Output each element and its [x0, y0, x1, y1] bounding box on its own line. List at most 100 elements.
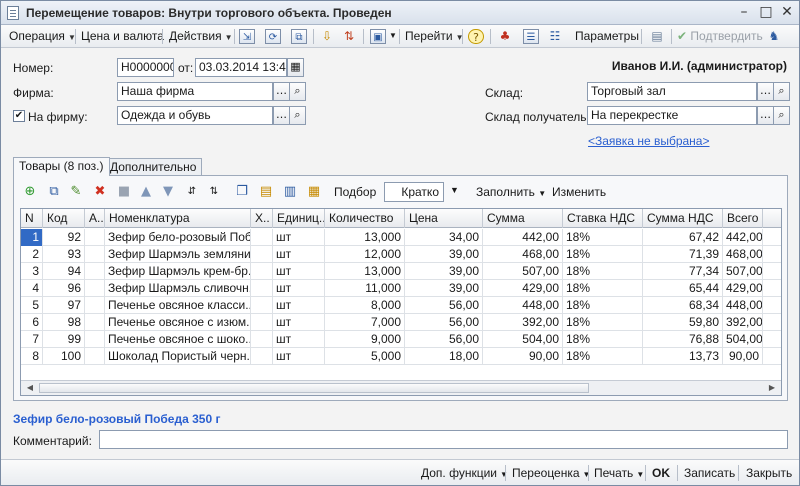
table-cell[interactable] — [251, 229, 273, 246]
table-row[interactable]: 7 99 Печенье овсяное с шоко... шт 9,000 56,00… — [21, 331, 781, 348]
table-cell[interactable]: 429,00 — [483, 280, 563, 297]
date-field[interactable]: 03.03.2014 13:41: — [195, 58, 287, 77]
request-link[interactable]: <Заявка не выбрана> — [588, 134, 710, 148]
sort-asc-icon[interactable]: ⇵ — [184, 184, 200, 199]
minimize-button[interactable]: – — [735, 4, 753, 21]
to-firm-select-button[interactable]: … — [273, 106, 290, 125]
table-cell[interactable]: Шоколад Пористый черн... — [105, 348, 251, 365]
table-cell[interactable]: 2 — [21, 246, 43, 263]
column-header[interactable]: Цена — [405, 209, 483, 228]
table-cell[interactable]: 468,00 — [723, 246, 763, 263]
table-row[interactable]: 8 100 Шоколад Пористый черн... шт 5,000 18,00… — [21, 348, 781, 365]
hierarchy-icon[interactable]: ♣ — [497, 29, 513, 44]
maximize-button[interactable]: □ — [757, 4, 775, 21]
paste-add-icon[interactable]: ▥ — [282, 184, 298, 199]
table-cell[interactable]: 59,80 — [643, 314, 723, 331]
table-cell[interactable]: 93 — [43, 246, 85, 263]
table-cell[interactable]: 507,00 — [483, 263, 563, 280]
view-mode-field[interactable]: Кратко — [384, 182, 444, 202]
table-cell[interactable]: 12,000 — [325, 246, 405, 263]
to-firm-checkbox[interactable]: ✔ — [13, 110, 25, 122]
movements-icon[interactable]: ⇅ — [341, 29, 357, 44]
table-cell[interactable]: Печенье овсяное с изюм... — [105, 314, 251, 331]
table-cell[interactable]: 90,00 — [723, 348, 763, 365]
structure-icon[interactable]: ⇩ — [319, 29, 335, 44]
copy-row-icon[interactable]: ⧉ — [46, 184, 62, 199]
table-cell[interactable]: 18% — [563, 314, 643, 331]
barcode-icon[interactable]: ▦ — [306, 184, 322, 199]
table-cell[interactable]: 68,34 — [643, 297, 723, 314]
scroll-thumb[interactable] — [39, 383, 589, 393]
table-cell[interactable]: шт — [273, 331, 325, 348]
table-cell[interactable]: 96 — [43, 280, 85, 297]
table-cell[interactable] — [85, 297, 105, 314]
table-cell[interactable]: 4 — [21, 280, 43, 297]
table-cell[interactable]: 448,00 — [483, 297, 563, 314]
column-header[interactable]: Количество — [325, 209, 405, 228]
column-header[interactable]: Сумма — [483, 209, 563, 228]
table-row[interactable]: 192 Зефир бело-розовый Побе... шт13,00034,… — [21, 229, 781, 246]
table-cell[interactable]: 3 — [21, 263, 43, 280]
table-cell[interactable]: 7,000 — [325, 314, 405, 331]
column-header[interactable]: А.. — [85, 209, 105, 228]
table-cell[interactable]: шт — [273, 280, 325, 297]
warehouse-search-icon[interactable]: ⌕ — [773, 82, 790, 101]
table-cell[interactable]: 18% — [563, 229, 643, 246]
dest-warehouse-select-button[interactable]: … — [757, 106, 774, 125]
users-icon[interactable]: ♞ — [766, 29, 782, 44]
table-cell[interactable]: 442,00 — [723, 229, 763, 246]
table-cell[interactable]: 90,00 — [483, 348, 563, 365]
delete-row-icon[interactable]: ✖ — [92, 184, 108, 199]
table-cell[interactable]: 392,00 — [483, 314, 563, 331]
post-document-icon[interactable]: ⇲ — [239, 29, 255, 44]
actions-menu[interactable]: Действия ▼ — [169, 29, 233, 45]
column-header[interactable]: Единиц... — [273, 209, 325, 228]
table-cell[interactable]: Зефир Шармэль крем-бр... — [105, 263, 251, 280]
column-header[interactable]: Сумма НДС — [643, 209, 723, 228]
table-cell[interactable] — [251, 280, 273, 297]
table-cell[interactable]: 39,00 — [405, 280, 483, 297]
to-firm-search-icon[interactable]: ⌕ — [289, 106, 306, 125]
help-icon[interactable]: ? — [468, 29, 484, 44]
table-cell[interactable]: 1 — [21, 229, 43, 246]
table-cell[interactable] — [85, 263, 105, 280]
table-cell[interactable]: Зефир Шармэль сливочн... — [105, 280, 251, 297]
refresh-icon[interactable]: ⟳ — [265, 29, 281, 44]
dest-warehouse-field[interactable]: На перекрестке — [587, 106, 757, 125]
close-button[interactable]: Закрыть — [746, 466, 792, 480]
table-cell[interactable]: 18,00 — [405, 348, 483, 365]
number-field[interactable]: Н00000000 — [117, 58, 174, 77]
scroll-left-icon[interactable]: ◀ — [23, 382, 37, 394]
table-cell[interactable]: 92 — [43, 229, 85, 246]
ok-button[interactable]: OK — [652, 466, 670, 480]
table-cell[interactable] — [251, 348, 273, 365]
operation-menu[interactable]: Операция ▼ — [9, 29, 76, 45]
table-cell[interactable] — [251, 314, 273, 331]
close-window-button[interactable]: ✕ — [778, 4, 796, 21]
clipboard-paste-icon[interactable]: ▤ — [258, 184, 274, 199]
table-cell[interactable] — [251, 297, 273, 314]
table-cell[interactable]: 18% — [563, 331, 643, 348]
table-cell[interactable]: 18% — [563, 263, 643, 280]
column-header[interactable]: Х.. — [251, 209, 273, 228]
column-header[interactable]: N — [21, 209, 43, 228]
table-cell[interactable]: 56,00 — [405, 331, 483, 348]
table-cell[interactable]: 11,000 — [325, 280, 405, 297]
confirm-button[interactable]: ✔ Подтвердить — [677, 29, 763, 45]
firm-field[interactable]: Наша фирма — [117, 82, 273, 101]
table-cell[interactable]: 18% — [563, 348, 643, 365]
extra-functions-menu[interactable]: Доп. функции ▼ — [421, 466, 508, 480]
selection-button[interactable]: Подбор — [334, 185, 376, 199]
table-cell[interactable]: 77,34 — [643, 263, 723, 280]
table-cell[interactable] — [251, 263, 273, 280]
table-cell[interactable]: 507,00 — [723, 263, 763, 280]
list-view-icon[interactable]: ☰ — [523, 29, 539, 44]
table-cell[interactable]: 39,00 — [405, 246, 483, 263]
table-cell[interactable]: 9,000 — [325, 331, 405, 348]
column-header[interactable]: Ставка НДС — [563, 209, 643, 228]
table-row[interactable]: 3 94 Зефир Шармэль крем-бр... шт 13,000 39,00… — [21, 263, 781, 280]
table-cell[interactable] — [85, 229, 105, 246]
parameters-button[interactable]: Параметры — [575, 29, 639, 45]
table-cell[interactable]: 6 — [21, 314, 43, 331]
edit-row-icon[interactable]: ✎ — [68, 184, 84, 199]
